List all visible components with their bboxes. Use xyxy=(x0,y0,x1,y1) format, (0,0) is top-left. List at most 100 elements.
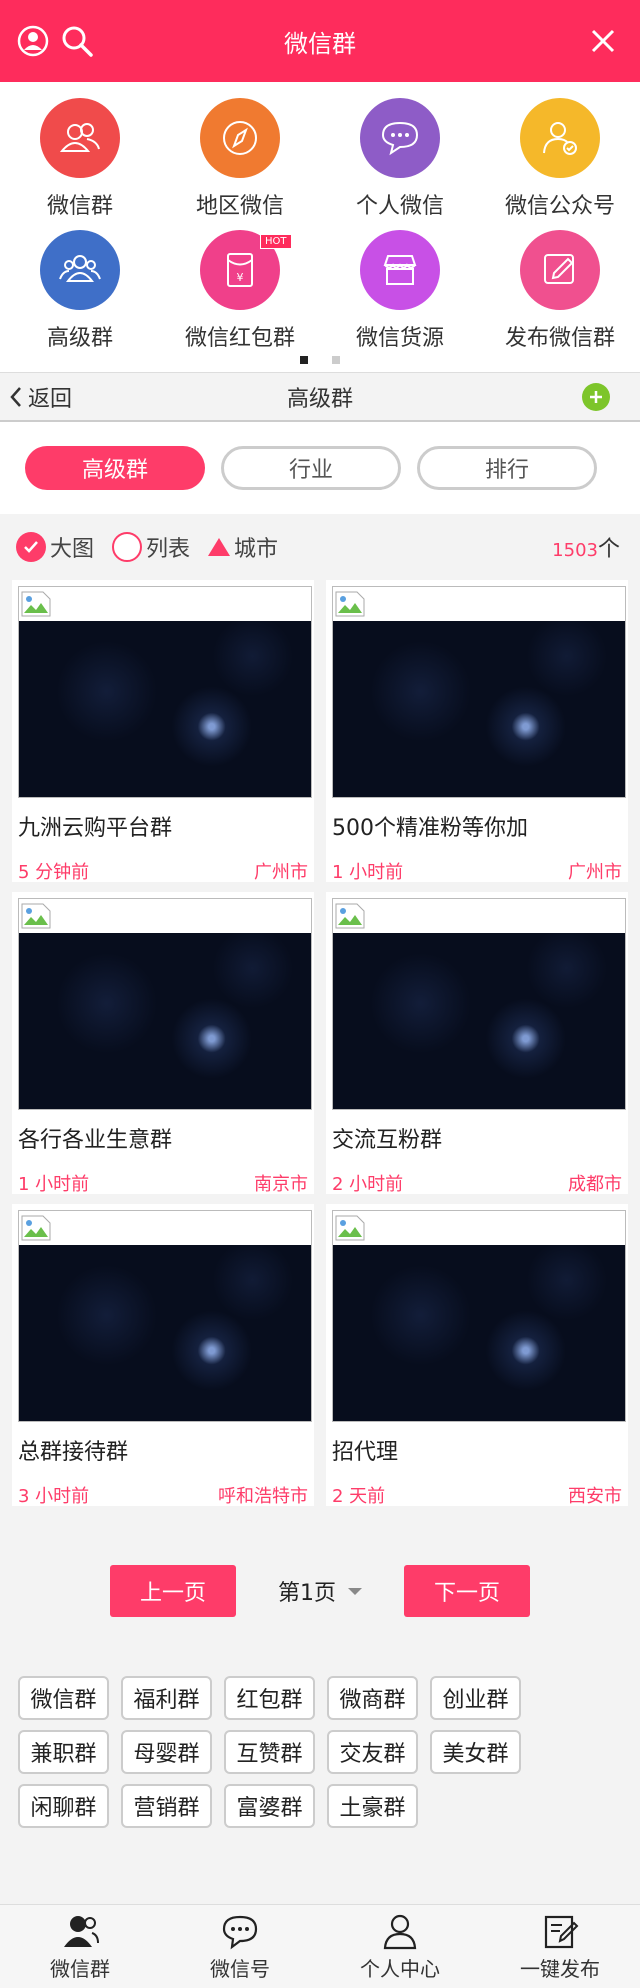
category-official-account[interactable]: 微信公众号 xyxy=(480,98,640,230)
view-large-label: 大图 xyxy=(50,537,95,562)
group-card-grid: 九洲云购平台群 5 分钟前 广州市 500个精准粉等你加 1 小时前 广州市 各行各… xyxy=(0,580,640,1507)
tag-item[interactable]: 微商群 xyxy=(327,1676,418,1720)
broken-image-icon xyxy=(21,1215,51,1241)
nav-wechat-id[interactable]: 微信号 xyxy=(160,1905,320,1988)
group-title[interactable]: 招代理 xyxy=(332,1434,622,1466)
tag-cloud: 微信群 福利群 红包群 微商群 创业群 兼职群 母婴群 互赞群 交友群 美女群 … xyxy=(0,1676,560,1828)
group-card[interactable]: 500个精准粉等你加 1 小时前 广州市 xyxy=(326,580,628,883)
tab-bar: 高级群 行业 排行 xyxy=(0,422,640,514)
add-button[interactable] xyxy=(582,382,610,411)
view-list-option[interactable]: 列表 xyxy=(112,531,190,563)
category-premium-group[interactable]: 高级群 xyxy=(0,230,160,362)
person-icon xyxy=(383,1914,417,1950)
carousel-dot-active[interactable] xyxy=(300,356,308,364)
category-label: 微信群 xyxy=(46,194,113,219)
next-page-button[interactable]: 下一页 xyxy=(404,1565,530,1617)
group-time: 1 小时前 xyxy=(18,1174,90,1195)
group-title[interactable]: 总群接待群 xyxy=(18,1434,308,1466)
carousel-dot[interactable] xyxy=(332,356,340,364)
category-personal-wechat[interactable]: 个人微信 xyxy=(320,98,480,230)
tag-item[interactable]: 创业群 xyxy=(430,1676,521,1720)
chat-icon xyxy=(381,121,419,156)
user-icon[interactable] xyxy=(16,24,50,58)
group-card[interactable]: 九洲云购平台群 5 分钟前 广州市 xyxy=(12,580,314,883)
compass-icon xyxy=(223,121,257,155)
close-icon[interactable] xyxy=(586,24,620,58)
tag-item[interactable]: 兼职群 xyxy=(18,1730,109,1774)
tab-industry[interactable]: 行业 xyxy=(221,446,401,490)
back-label: 返回 xyxy=(28,386,73,412)
city-filter[interactable]: 城市 xyxy=(208,531,278,563)
group-card[interactable]: 各行各业生意群 1 小时前 南京市 xyxy=(12,892,314,1195)
group-card[interactable]: 招代理 2 天前 西安市 xyxy=(326,1204,628,1507)
category-wechat-group[interactable]: 微信群 xyxy=(0,98,160,230)
tag-item[interactable]: 母婴群 xyxy=(121,1730,212,1774)
tag-item[interactable]: 交友群 xyxy=(327,1730,418,1774)
group-image[interactable] xyxy=(332,586,626,798)
category-publish-group[interactable]: 发布微信群 xyxy=(480,230,640,362)
broken-image-icon xyxy=(335,1215,365,1241)
group-image[interactable] xyxy=(18,898,312,1110)
group-card[interactable]: 交流互粉群 2 小时前 成都市 xyxy=(326,892,628,1195)
tag-item[interactable]: 闲聊群 xyxy=(18,1784,109,1828)
store-icon xyxy=(383,255,417,285)
group-image[interactable] xyxy=(18,586,312,798)
tag-item[interactable]: 富婆群 xyxy=(224,1784,315,1828)
broken-image-icon xyxy=(21,903,51,929)
group-icon xyxy=(59,123,100,152)
broken-image-icon xyxy=(335,591,365,617)
category-section: 微信群 地区微信 个人微信 微信公众号 高级群 ¥ HOT 微信红包群 微信货源… xyxy=(0,82,640,372)
tag-item[interactable]: 微信群 xyxy=(18,1676,109,1720)
hot-badge: HOT xyxy=(260,234,292,249)
tag-item[interactable]: 红包群 xyxy=(224,1676,315,1720)
carousel-dots xyxy=(0,356,640,364)
sub-navigation: 返回 高级群 xyxy=(0,372,640,422)
category-region-wechat[interactable]: 地区微信 xyxy=(160,98,320,230)
category-red-packet-group[interactable]: ¥ HOT 微信红包群 xyxy=(160,230,320,362)
tag-item[interactable]: 美女群 xyxy=(430,1730,521,1774)
group-time: 3 小时前 xyxy=(18,1486,90,1507)
radio-checked xyxy=(16,532,46,562)
broken-image-icon xyxy=(21,591,51,617)
plus-icon xyxy=(590,390,602,403)
group-image[interactable] xyxy=(332,1210,626,1422)
group-title[interactable]: 交流互粉群 xyxy=(332,1122,622,1154)
tag-item[interactable]: 福利群 xyxy=(121,1676,212,1720)
group-city: 西安市 xyxy=(568,1486,622,1507)
category-label: 高级群 xyxy=(46,326,113,351)
view-list-label: 列表 xyxy=(146,537,191,562)
search-icon[interactable] xyxy=(60,24,94,58)
count-unit: 个 xyxy=(597,537,620,562)
view-large-option[interactable]: 大图 xyxy=(16,531,94,563)
view-filter-bar: 大图 列表 城市 1503个 xyxy=(0,514,640,580)
page-select[interactable]: 第1页 xyxy=(278,1575,362,1607)
nav-wechat-group[interactable]: 微信群 xyxy=(0,1905,160,1988)
nav-personal-center[interactable]: 个人中心 xyxy=(320,1905,480,1988)
prev-page-button[interactable]: 上一页 xyxy=(110,1565,236,1617)
category-wechat-supply[interactable]: 微信货源 xyxy=(320,230,480,362)
category-label: 微信公众号 xyxy=(504,194,615,219)
back-button[interactable]: 返回 xyxy=(8,381,72,413)
tag-item[interactable]: 土豪群 xyxy=(327,1784,418,1828)
red-packet-icon: ¥ xyxy=(227,253,253,287)
chevron-left-icon xyxy=(10,386,21,407)
nav-one-click-publish[interactable]: 一键发布 xyxy=(480,1905,640,1988)
premium-group-icon xyxy=(59,255,101,282)
group-image[interactable] xyxy=(332,898,626,1110)
nav-label: 微信号 xyxy=(210,1957,270,1981)
group-title[interactable]: 500个精准粉等你加 xyxy=(332,810,622,842)
triangle-icon xyxy=(208,538,231,556)
category-label: 地区微信 xyxy=(195,194,284,219)
tab-premium-group[interactable]: 高级群 xyxy=(25,446,205,490)
tag-item[interactable]: 营销群 xyxy=(121,1784,212,1828)
group-city: 呼和浩特市 xyxy=(218,1486,308,1507)
nav-label: 微信群 xyxy=(50,1957,110,1981)
group-image[interactable] xyxy=(18,1210,312,1422)
group-title[interactable]: 各行各业生意群 xyxy=(18,1122,308,1154)
tab-ranking[interactable]: 排行 xyxy=(417,446,597,490)
tag-item[interactable]: 互赞群 xyxy=(224,1730,315,1774)
group-card[interactable]: 总群接待群 3 小时前 呼和浩特市 xyxy=(12,1204,314,1507)
nav-label: 个人中心 xyxy=(360,1957,440,1981)
svg-text:¥: ¥ xyxy=(237,271,244,284)
group-title[interactable]: 九洲云购平台群 xyxy=(18,810,308,842)
